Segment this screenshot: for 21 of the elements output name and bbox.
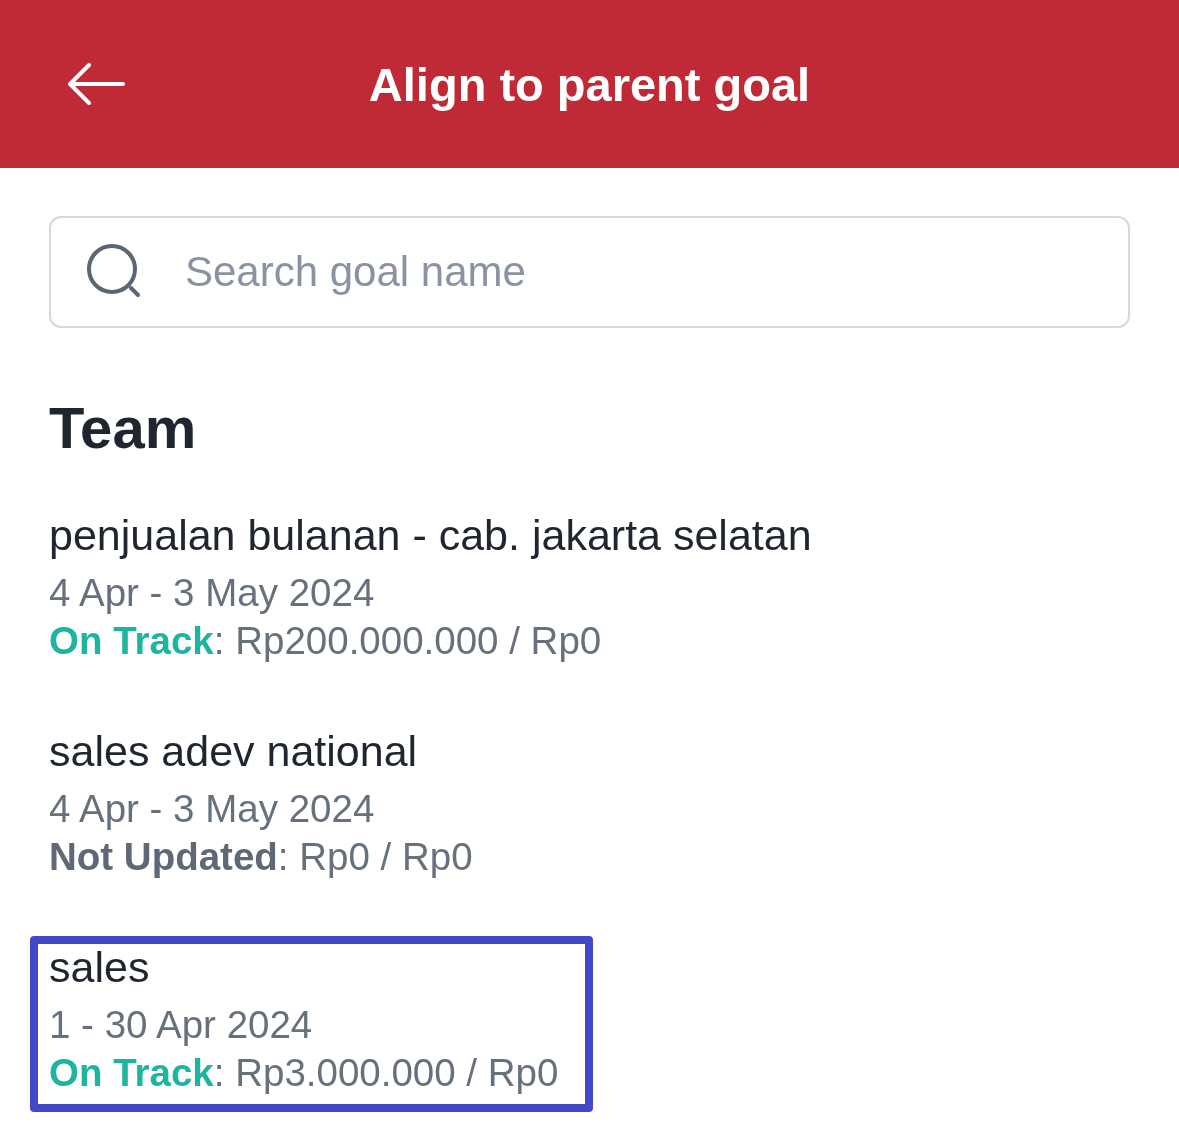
progress-value: : Rp3.000.000 / Rp0: [213, 1051, 559, 1094]
search-field[interactable]: Search goal name: [49, 216, 1130, 328]
goal-name: sales: [49, 944, 151, 990]
status-label: Not Updated: [49, 835, 278, 878]
goal-name: sales adev national: [49, 728, 419, 774]
status-label: On Track: [49, 619, 214, 662]
section-heading: Team: [49, 396, 198, 460]
goal-period: 1 - 30 Apr 2024: [49, 1002, 314, 1048]
arrow-left-icon: [67, 62, 125, 106]
goal-item[interactable]: sales 1 - 30 Apr 2024 On Track: Rp3.000.000 / Rp0: [30, 936, 594, 1112]
screen-title: Align to parent goal: [367, 56, 812, 112]
search-icon: [86, 243, 142, 299]
status-label: On Track: [49, 1051, 214, 1094]
goal-period: 4 Apr - 3 May 2024: [49, 786, 376, 832]
back-button[interactable]: [66, 61, 126, 107]
goal-item[interactable]: sales adev national 4 Apr - 3 May 2024 Not Updated: Rp0 / Rp0: [30, 720, 508, 896]
progress-value: : Rp0 / Rp0: [277, 835, 473, 878]
goal-item[interactable]: penjualan bulanan - cab. jakarta selatan 4 Apr - 3 May 2024 On Track: Rp200.000.000 / Rp0: [30, 504, 847, 680]
progress-value: : Rp200.000.000 / Rp0: [213, 619, 602, 662]
goal-period: 4 Apr - 3 May 2024: [49, 570, 376, 616]
goal-name: penjualan bulanan - cab. jakarta selatan: [49, 512, 812, 558]
